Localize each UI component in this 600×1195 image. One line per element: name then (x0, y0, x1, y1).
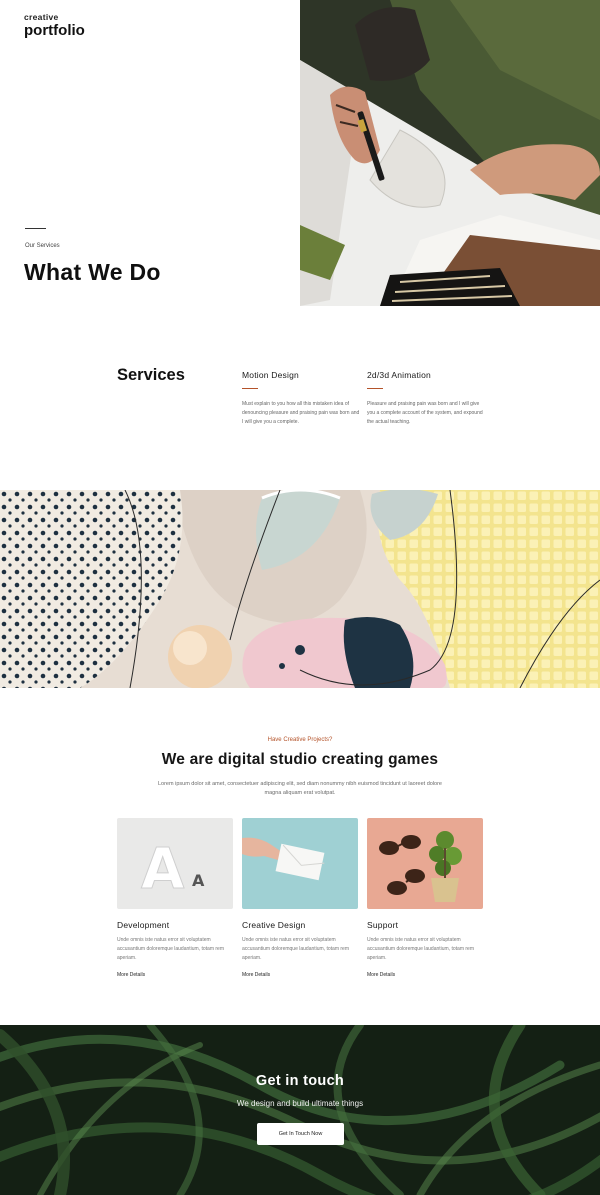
service-name: Motion Design (242, 370, 299, 380)
abstract-shapes-photo (0, 490, 600, 688)
contact-background (0, 1025, 600, 1195)
more-details-link[interactable]: More Details (242, 972, 270, 978)
hero-eyebrow: Our Services (25, 243, 60, 249)
more-details-link[interactable]: More Details (367, 972, 395, 978)
svg-text:A: A (141, 837, 185, 902)
typography-letters-photo: A A (117, 818, 233, 909)
brand-logo[interactable]: creative portfolio (24, 13, 85, 38)
service-name: 2d/3d Animation (367, 370, 431, 380)
studio-description: Lorem ipsum dolor sit amet, consectetuer… (157, 781, 442, 796)
card-title: Creative Design (242, 920, 306, 930)
envelope-hand-photo (242, 818, 358, 909)
card-title: Development (117, 920, 170, 930)
hero-photo (300, 0, 600, 306)
contact-title: Get in touch (255, 1073, 345, 1089)
card-text: Unde omnis iste natus error sit voluptat… (242, 937, 349, 961)
green-leaves-photo (0, 1025, 600, 1195)
card-image (242, 818, 358, 909)
hero-divider (25, 228, 46, 229)
card-text: Unde omnis iste natus error sit voluptat… (367, 937, 474, 961)
service-2d3d-animation: 2d/3d Animation Pleasure and praising pa… (367, 370, 485, 427)
hero-section: creative portfolio Our Services What We … (0, 0, 600, 306)
card-image: A A (117, 818, 233, 909)
services-title: Services (117, 366, 185, 384)
svg-text:A: A (192, 871, 205, 890)
card-image (367, 818, 483, 909)
brand-logo-bottom: portfolio (24, 21, 85, 39)
contact-subtitle: We design and build ultimate things (236, 1099, 364, 1108)
service-text: Must explain to you how all this mistake… (242, 401, 360, 425)
brand-logo-top: creative (24, 12, 59, 22)
get-in-touch-button[interactable]: Get In Touch Now (257, 1123, 344, 1145)
studio-title: We are digital studio creating games (161, 751, 439, 768)
service-divider (242, 388, 258, 389)
page-title: What We Do (24, 259, 161, 285)
card-text: Unde omnis iste natus error sit voluptat… (117, 937, 224, 961)
service-text: Pleasure and praising pain was born and … (367, 401, 483, 425)
card-support: Support Unde omnis iste natus error sit … (367, 818, 483, 981)
service-divider (367, 388, 383, 389)
banner-image (0, 490, 600, 688)
card-title: Support (367, 920, 399, 930)
card-development: A A Development Unde omnis iste natus er… (117, 818, 233, 981)
more-details-link[interactable]: More Details (117, 972, 145, 978)
service-motion-design: Motion Design Must explain to you how al… (242, 370, 360, 427)
designer-sketching-photo (300, 0, 600, 306)
studio-eyebrow: Have Creative Projects? (267, 737, 333, 743)
sunglasses-plant-photo (367, 818, 483, 909)
card-creative-design: Creative Design Unde omnis iste natus er… (242, 818, 358, 981)
